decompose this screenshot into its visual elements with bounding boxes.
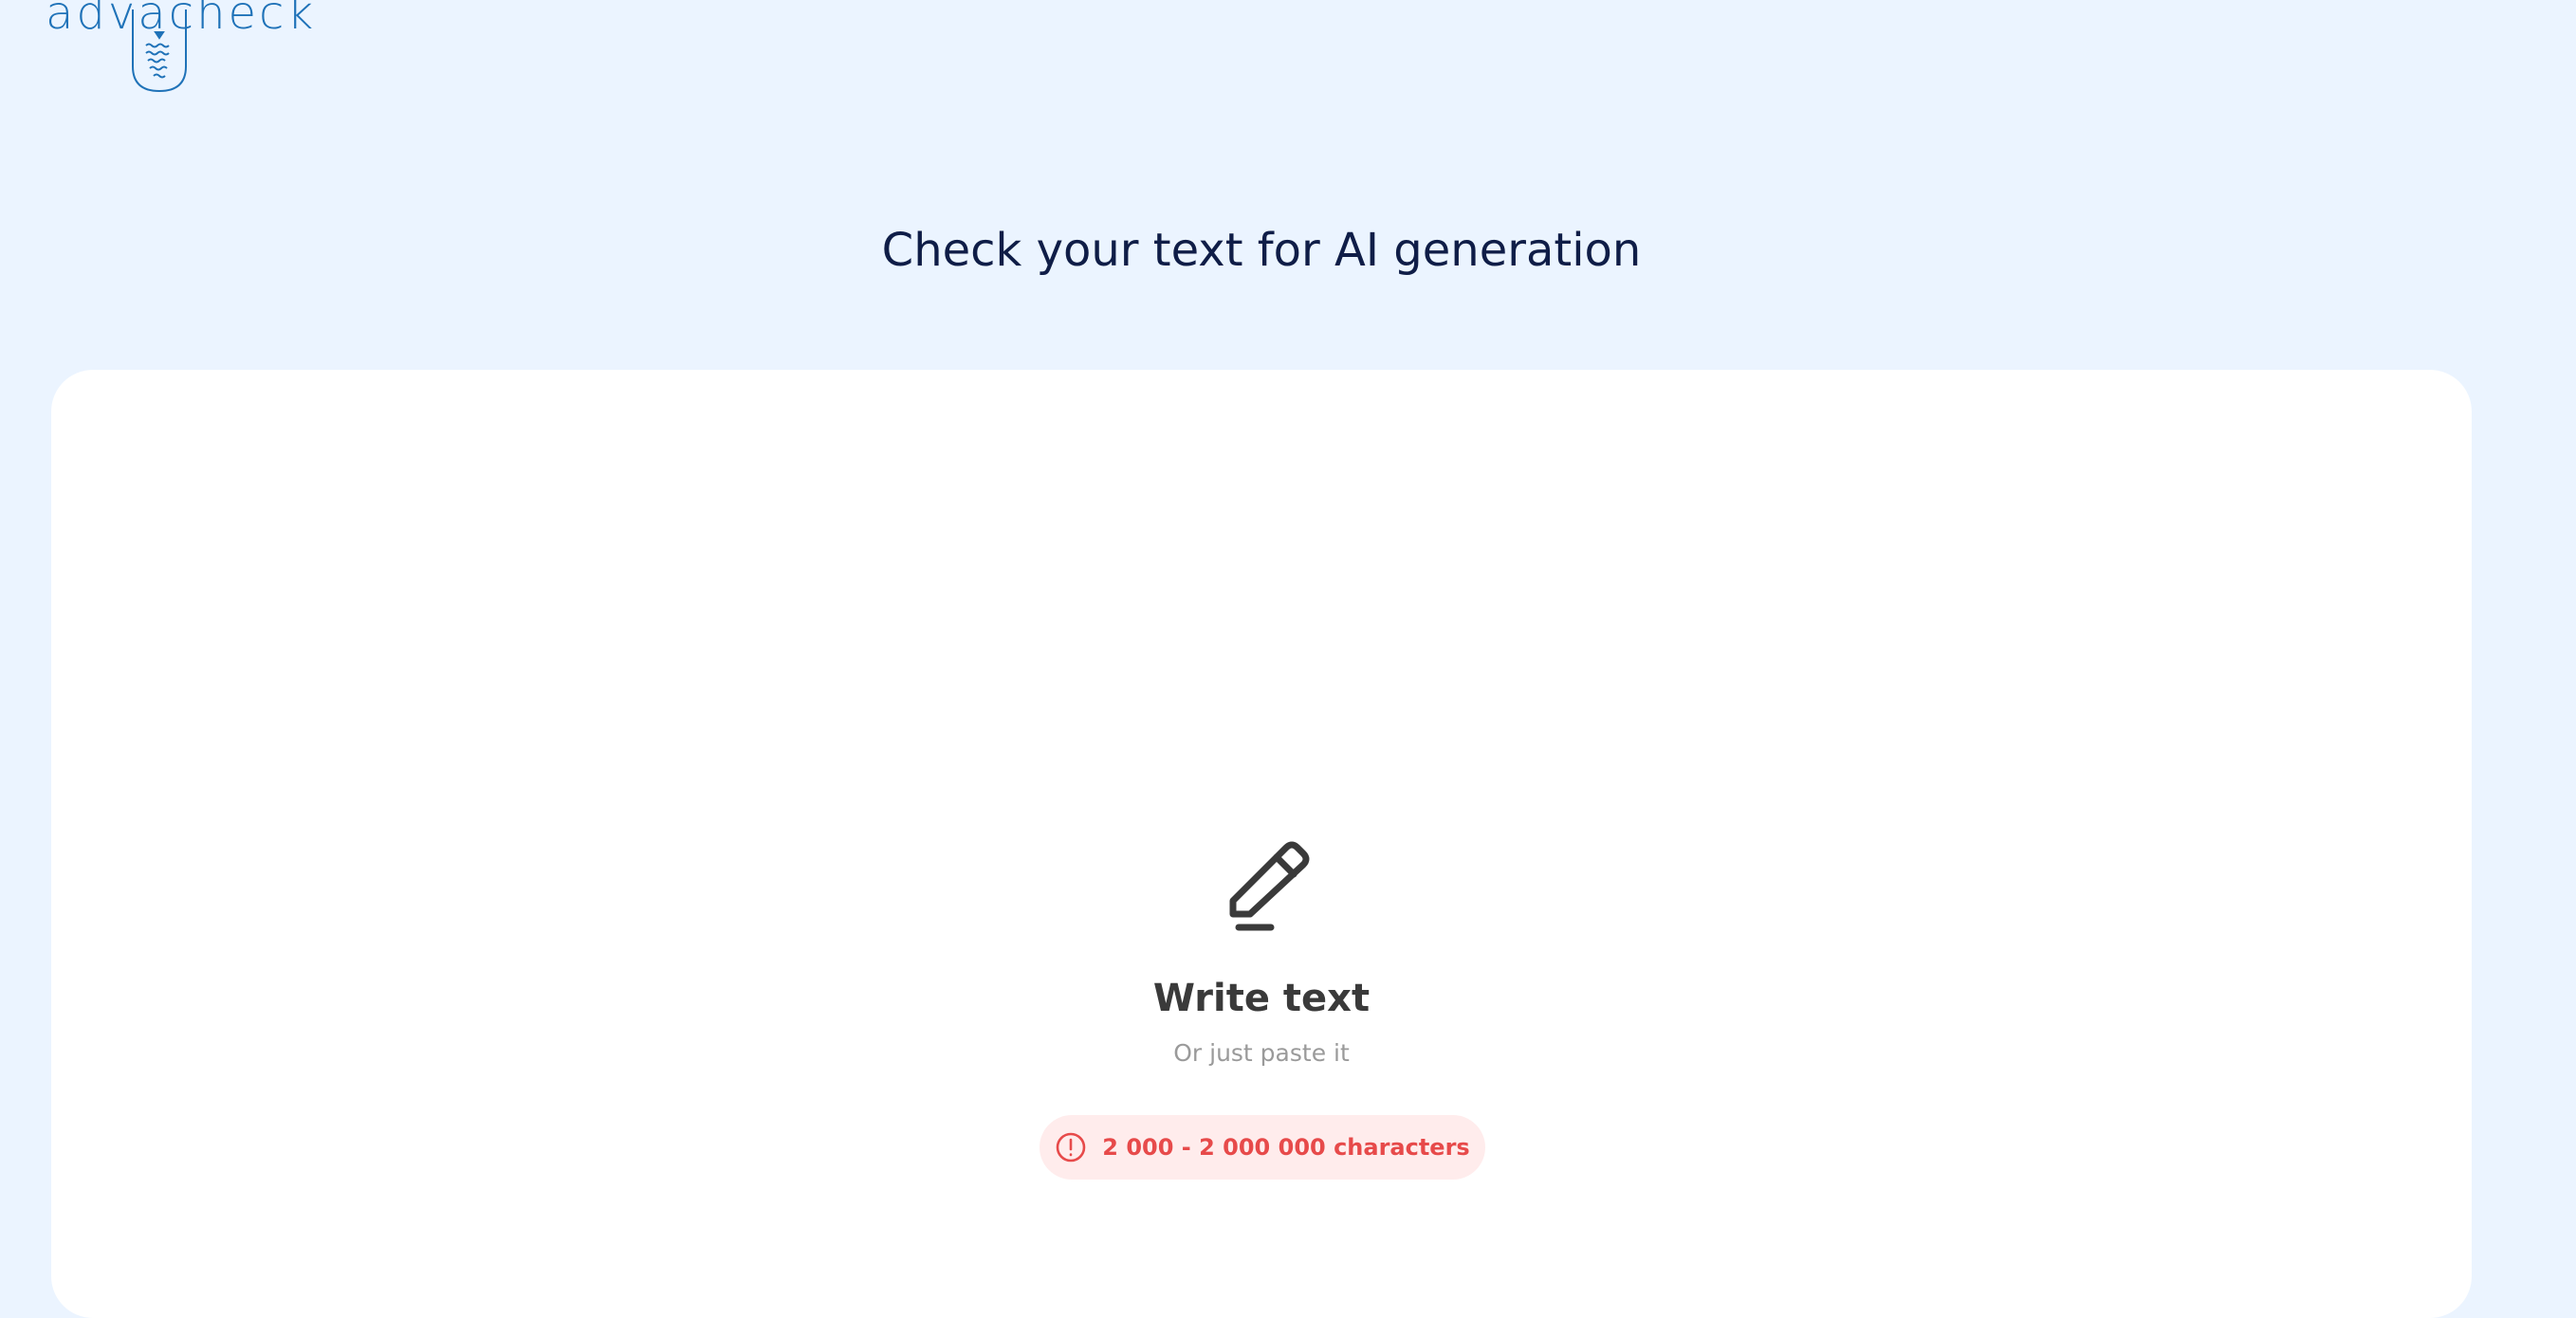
paste-hint: Or just paste it [1173, 1039, 1350, 1067]
brand-logo[interactable]: advacheck [46, 0, 313, 95]
character-limit-text: 2 000 - 2 000 000 characters [1102, 1134, 1470, 1161]
text-input-card: Write text Or just paste it 2 000 - 2 00… [51, 370, 2472, 1318]
write-text-title: Write text [1152, 977, 1371, 1020]
pencil-icon [1229, 841, 1310, 931]
alert-circle-icon [1056, 1132, 1086, 1162]
page-title: Check your text for AI generation [881, 224, 1642, 277]
character-limit-badge: 2 000 - 2 000 000 characters [1040, 1115, 1485, 1180]
text-input-area[interactable]: Write text Or just paste it 2 000 - 2 00… [51, 370, 2472, 1318]
owl-icon [132, 9, 187, 93]
